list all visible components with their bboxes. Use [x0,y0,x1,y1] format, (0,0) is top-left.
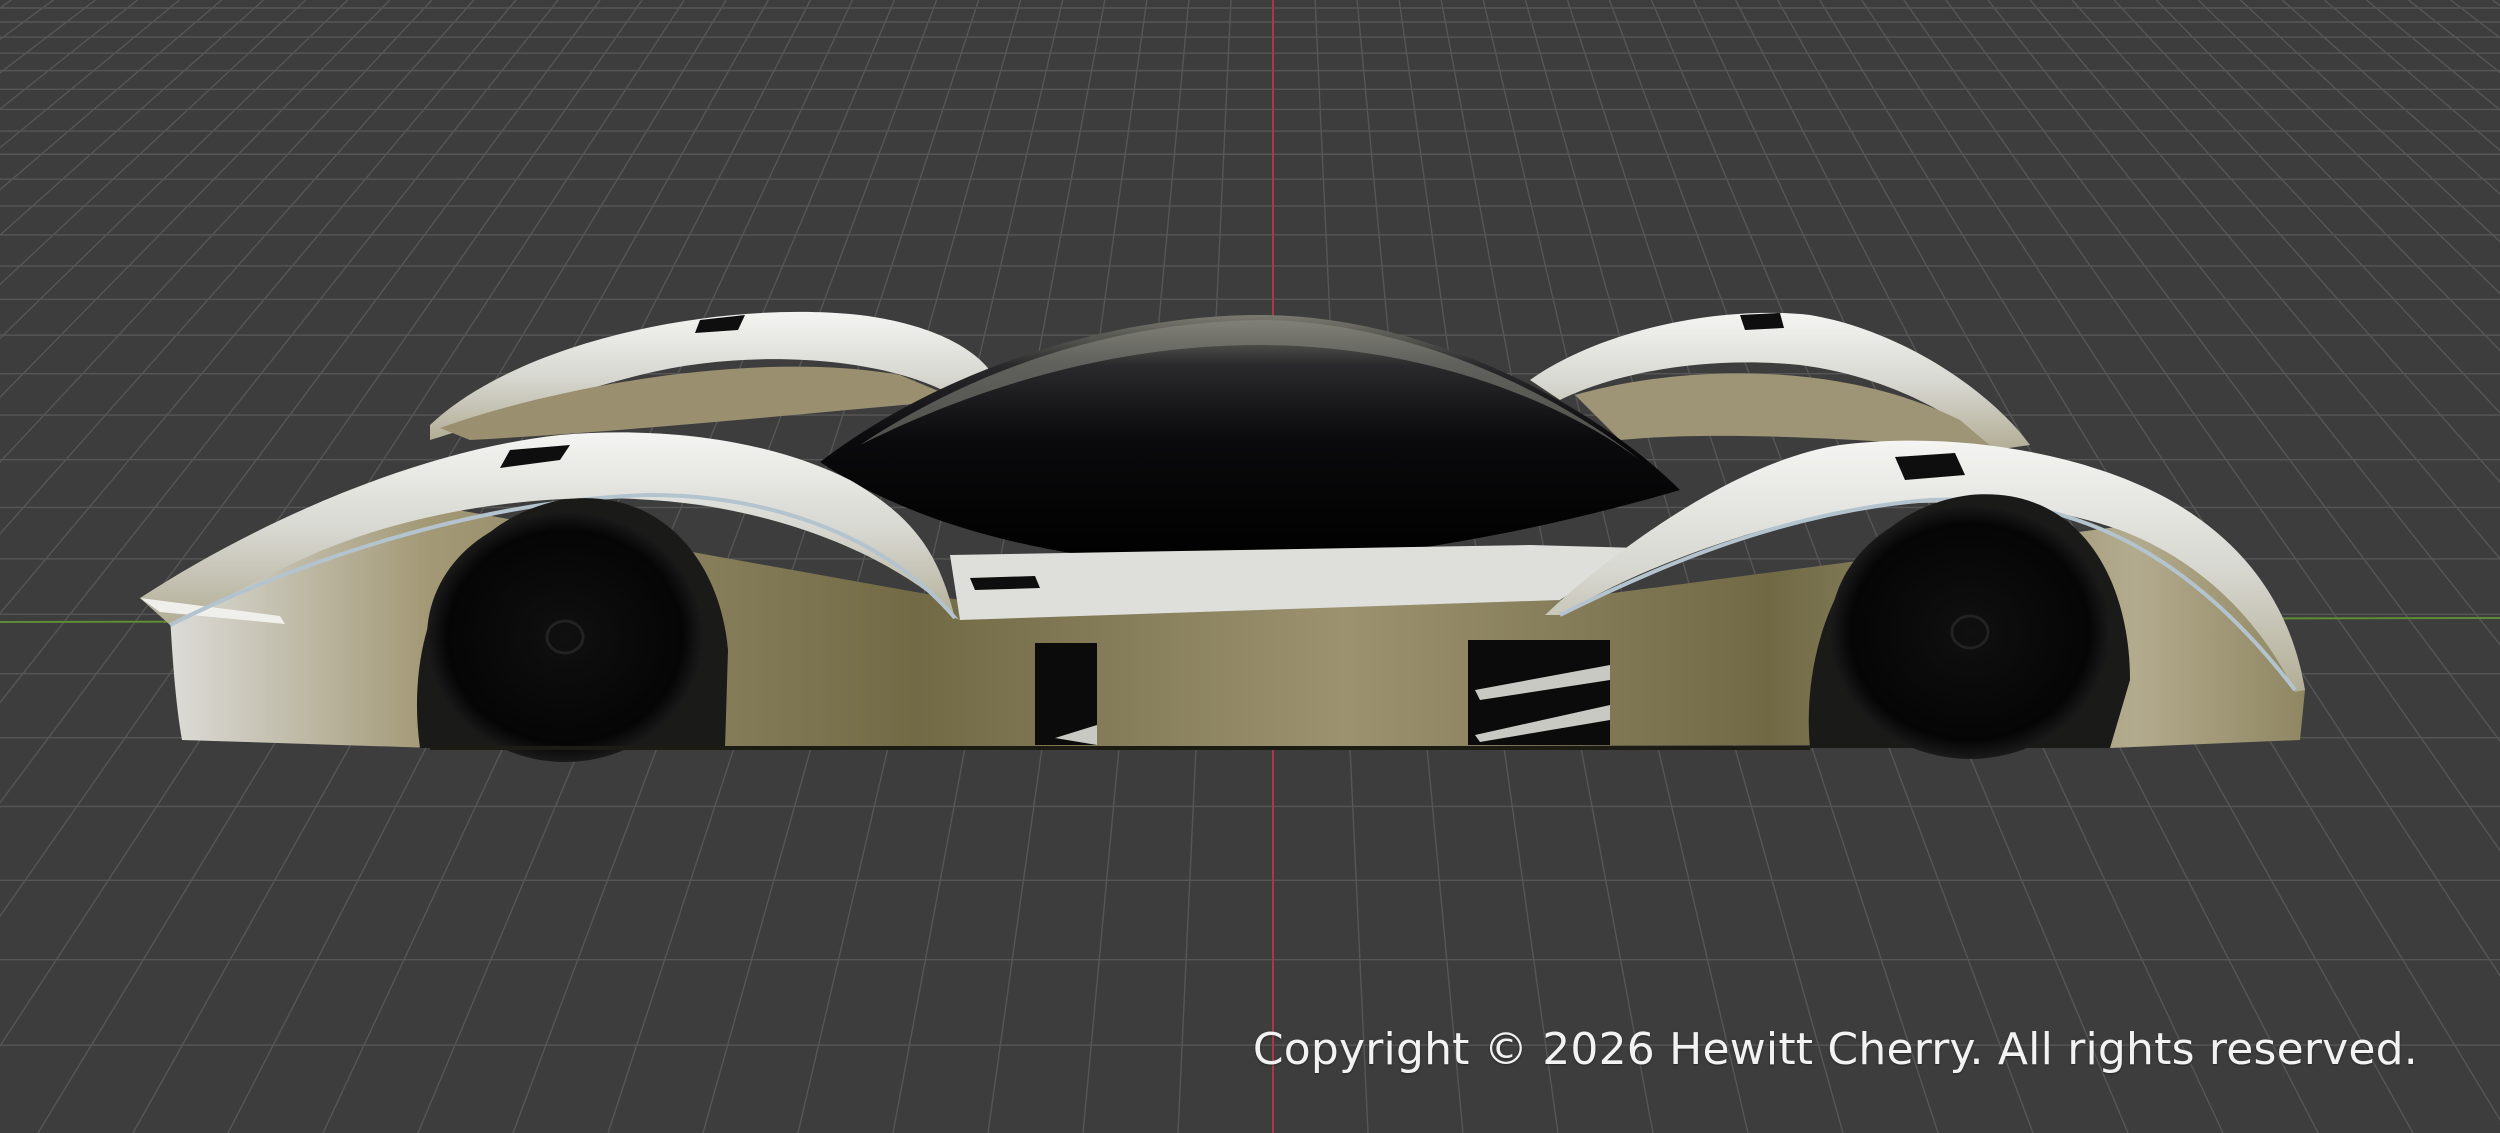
race-car-model[interactable] [140,311,2305,762]
grid-line [0,0,96,74]
far-front-fender-vent [1740,313,1784,330]
copyright-notice: Copyright © 2026 Hewitt Cherry. All righ… [1252,1024,2418,1075]
grid-line [2281,0,2500,196]
deck-vent [970,576,1040,590]
front-wheel [1830,505,2110,759]
grid-line [0,0,12,9]
grid-line [2366,0,2500,111]
viewport-canvas[interactable] [0,0,2500,1133]
grid-line [2492,0,2500,7]
grid-line [0,0,180,149]
grid-line [0,0,54,41]
rear-wheel [427,512,703,762]
grid-line [0,0,138,110]
3d-viewport[interactable]: Copyright © 2026 Hewitt Cherry. All righ… [0,0,2500,1133]
grid-line [0,0,223,191]
